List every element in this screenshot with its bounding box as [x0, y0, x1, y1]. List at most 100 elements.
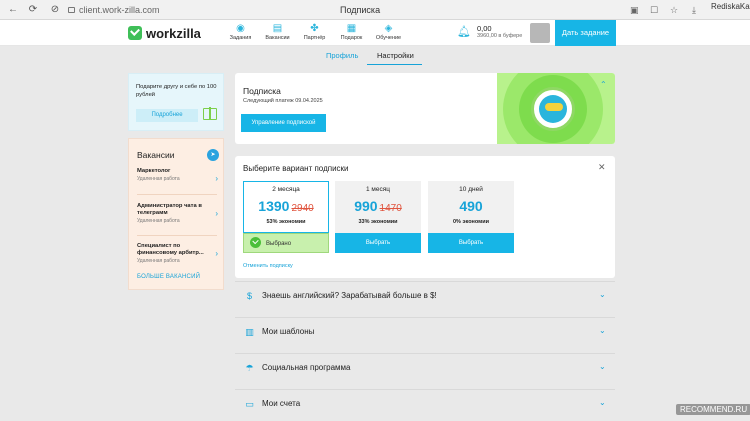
- vacancy-type: Удаленная работа: [137, 176, 180, 182]
- balance: 0,00: [477, 24, 492, 33]
- template-icon: ▥: [245, 327, 254, 337]
- wallet[interactable]: 0,00 3960,00 в буфере: [477, 24, 522, 39]
- plan-price: 990 1470: [335, 198, 421, 214]
- chevron-up-icon[interactable]: ⌃: [600, 80, 607, 89]
- accordion-templates[interactable]: ▥ Мои шаблоны ⌄: [235, 317, 615, 347]
- nav-education-label: Обучение: [375, 35, 402, 41]
- bell-icon[interactable]: 🔔︎: [457, 25, 471, 38]
- avatar[interactable]: [530, 23, 550, 43]
- plan-price-value: 490: [459, 198, 483, 214]
- accordion-social[interactable]: ☂ Социальная программа ⌄: [235, 353, 615, 383]
- user-name[interactable]: RediskaKat: [711, 2, 750, 11]
- subscription-title: Подписка: [243, 86, 281, 96]
- plan-name: 10 дней: [459, 186, 483, 193]
- close-icon[interactable]: ✕: [598, 162, 606, 173]
- watermark: RECOMMEND.RU: [676, 404, 750, 415]
- nav-partner[interactable]: ✤ Партнёр: [296, 22, 333, 41]
- options-title: Выберите вариант подписки: [243, 164, 349, 173]
- tab-profile[interactable]: Профиль: [326, 51, 358, 60]
- plan-old-price: 2940: [291, 203, 314, 214]
- lock-icon: [68, 7, 75, 13]
- partner-icon: ✤: [310, 23, 319, 34]
- accordion-english[interactable]: $ Знаешь английский? Зарабатывай больше …: [235, 281, 615, 311]
- nav-vacancies-label: Вакансии: [265, 35, 290, 41]
- reload-icon[interactable]: ⟳: [26, 3, 40, 17]
- cancel-subscription-link[interactable]: Отменить подписку: [243, 263, 293, 269]
- nav-partner-label: Партнёр: [303, 35, 326, 41]
- gift-icon: ▦: [346, 23, 357, 34]
- accordion-label: Социальная программа: [262, 363, 351, 372]
- vacancy-item[interactable]: Специалист по финансовому арбитр... Удал…: [137, 243, 221, 264]
- divider: [137, 235, 217, 236]
- accordion-accounts[interactable]: ▭ Мои счета ⌄: [235, 389, 615, 419]
- plan-price-value: 1390: [258, 198, 290, 214]
- plan-price: 1390 2940: [243, 198, 329, 214]
- vacancies-panel: Вакансии ➤ Маркетолог Удаленная работа ›…: [128, 138, 224, 290]
- logo-text: workzilla: [146, 25, 201, 41]
- chevron-down-icon: ⌄: [599, 290, 606, 299]
- accordion-label: Мои шаблоны: [262, 327, 315, 336]
- more-vacancies-link[interactable]: БОЛЬШЕ ВАКАНСИЙ: [137, 274, 200, 280]
- plan-choose-button[interactable]: Выбрать: [335, 233, 421, 253]
- browser-menu-icon[interactable]: ⊘: [48, 3, 62, 17]
- telegram-icon[interactable]: ➤: [207, 149, 219, 161]
- accordion-label: Знаешь английский? Зарабатывай больше в …: [262, 291, 437, 300]
- subscription-card: Подписка Следующий платеж 09.04.2025 Упр…: [235, 73, 615, 144]
- download-icon[interactable]: ⤓: [692, 3, 696, 17]
- wallet-icon: ▭: [245, 399, 254, 409]
- bookmarks-icon[interactable]: ☐: [650, 3, 658, 17]
- vacancy-item[interactable]: Администратор чата в телеграмм Удаленная…: [137, 203, 221, 224]
- plan-price: 490: [428, 198, 514, 214]
- nav-tasks[interactable]: ◉ Задания: [222, 22, 259, 41]
- gift-icon: [203, 107, 217, 120]
- browser-toolbar: ← ⟳ ⊘ client.work-zilla.com Подписка ▣ ☐…: [0, 0, 750, 20]
- vacancy-title: Администратор чата в телеграмм: [137, 203, 202, 216]
- plan-discount: 0% экономии: [453, 219, 489, 225]
- chevron-right-icon: ›: [215, 249, 218, 258]
- vacancy-type: Удаленная работа: [137, 218, 180, 224]
- nav-gift-label: Подарок: [340, 35, 363, 41]
- manage-subscription-button[interactable]: Управление подпиской: [241, 114, 326, 132]
- tasks-icon: ◉: [236, 23, 245, 34]
- nav-vacancies[interactable]: ▤ Вакансии: [259, 22, 296, 41]
- vacancy-type: Удаленная работа: [137, 258, 180, 264]
- star-icon[interactable]: ☆: [670, 3, 678, 17]
- vacancy-item[interactable]: Маркетолог Удаленная работа ›: [137, 168, 221, 183]
- create-task-button[interactable]: Дать задание: [555, 20, 616, 46]
- plan-price-value: 990: [354, 198, 378, 214]
- chevron-down-icon: ⌄: [599, 398, 606, 407]
- back-icon[interactable]: ←: [6, 3, 20, 17]
- main-nav: ◉ Задания ▤ Вакансии ✤ Партнёр ▦ Подарок ◈ Об…: [222, 22, 407, 41]
- plan-discount: 53% экономии: [266, 219, 306, 225]
- subscription-options-card: Выберите вариант подписки ✕ 2 месяца 139…: [235, 156, 615, 278]
- dollar-icon: $: [246, 291, 252, 301]
- sub-nav: Профиль Настройки: [0, 46, 750, 66]
- promo-text: Подарите другу и себе по 100 рублей: [136, 84, 217, 98]
- plan-choose-button[interactable]: Выбрать: [428, 233, 514, 253]
- logo-check-icon: [128, 26, 142, 40]
- nav-education[interactable]: ◈ Обучение: [370, 22, 407, 41]
- tab-title: Подписка: [340, 5, 381, 15]
- plan-1-month[interactable]: 1 месяц 990 1470 33% экономии Выбрать: [335, 181, 421, 255]
- logo[interactable]: workzilla: [128, 25, 201, 41]
- active-tab-indicator: [367, 64, 422, 65]
- plan-name: 1 месяц: [366, 186, 390, 193]
- tab-settings[interactable]: Настройки: [377, 51, 414, 60]
- chevron-right-icon: ›: [215, 174, 218, 183]
- plan-10-days[interactable]: 10 дней 490 0% экономии Выбрать: [428, 181, 514, 255]
- subscription-illustration: [497, 73, 615, 144]
- vacancy-title: Маркетолог: [137, 168, 171, 174]
- bookmark-icon[interactable]: ▣: [630, 3, 639, 17]
- nav-gift[interactable]: ▦ Подарок: [333, 22, 370, 41]
- nav-tasks-label: Задания: [229, 35, 252, 41]
- plan-discount: 33% экономии: [358, 219, 398, 225]
- url-text: client.work-zilla.com: [79, 5, 160, 15]
- check-icon: [250, 237, 261, 248]
- chevron-down-icon: ⌄: [599, 362, 606, 371]
- site-header: workzilla ◉ Задания ▤ Вакансии ✤ Партнёр ▦ П…: [0, 20, 750, 46]
- promo-more-button[interactable]: Подробнее: [136, 109, 198, 122]
- plan-2-months[interactable]: 2 месяца 1390 2940 53% экономии Выбрано: [243, 181, 329, 255]
- social-icon: ☂: [245, 363, 254, 373]
- vacancies-title: Вакансии: [137, 150, 175, 160]
- address-bar[interactable]: client.work-zilla.com: [68, 3, 168, 17]
